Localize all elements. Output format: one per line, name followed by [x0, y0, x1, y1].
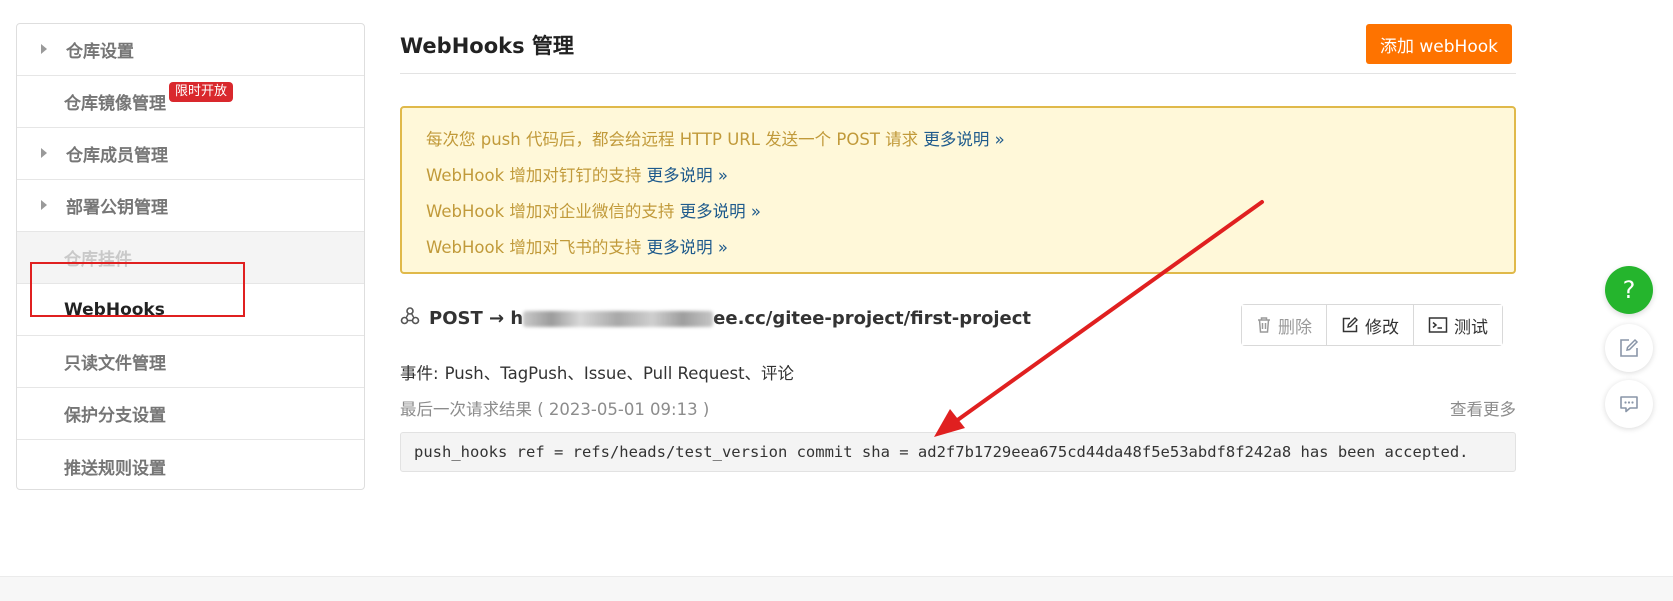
feedback-edit-button[interactable]: [1605, 324, 1653, 372]
notice-line: WebHook 增加对企业微信的支持 更多说明 »: [426, 194, 1490, 230]
notice-line: 每次您 push 代码后，都会给远程 HTTP URL 发送一个 POST 请求…: [426, 122, 1490, 158]
chat-button[interactable]: [1605, 380, 1653, 428]
notice-text: WebHook 增加对企业微信的支持: [426, 202, 680, 221]
more-info-link[interactable]: 更多说明 »: [680, 202, 761, 221]
sidebar-item-readonly-files[interactable]: 只读文件管理: [17, 336, 364, 388]
sidebar-item-label: 仓库镜像管理: [64, 94, 166, 114]
help-icon: ?: [1622, 276, 1636, 304]
caret-right-icon: [41, 199, 47, 210]
edit-note-icon: [1620, 338, 1639, 357]
edit-icon: [1342, 317, 1358, 333]
add-webhook-button[interactable]: 添加 webHook: [1366, 24, 1512, 64]
divider: [400, 73, 1516, 74]
sidebar-item-label: 仓库成员管理: [66, 146, 168, 166]
last-request-result: 最后一次请求结果 ( 2023-05-01 09:13 ): [400, 400, 710, 419]
sidebar-item-repo-settings[interactable]: 仓库设置: [17, 24, 364, 76]
limited-open-badge: 限时开放: [169, 82, 234, 102]
webhook-url-suffix: ee.cc/gitee-project/first-project: [713, 308, 1032, 329]
notice-text: 每次您 push 代码后，都会给远程 HTTP URL 发送一个 POST 请求: [426, 130, 924, 149]
caret-right-icon: [41, 43, 47, 54]
info-notice: 每次您 push 代码后，都会给远程 HTTP URL 发送一个 POST 请求…: [400, 106, 1516, 274]
events-label: 事件:: [400, 364, 439, 383]
help-button[interactable]: ?: [1605, 266, 1653, 314]
more-info-link[interactable]: 更多说明 »: [647, 238, 728, 257]
more-info-link[interactable]: 更多说明 »: [647, 166, 728, 185]
redacted-url-part: [523, 311, 714, 327]
edit-label: 修改: [1365, 317, 1399, 338]
delete-button[interactable]: 删除: [1242, 305, 1327, 345]
request-log: push_hooks ref = refs/heads/test_version…: [400, 432, 1516, 472]
notice-line: WebHook 增加对钉钉的支持 更多说明 »: [426, 158, 1490, 194]
annotation-highlight-box: [30, 262, 245, 317]
sidebar-item-members[interactable]: 仓库成员管理: [17, 128, 364, 180]
sidebar-item-label: 仓库设置: [66, 42, 134, 62]
sidebar-item-label: 推送规则设置: [64, 458, 166, 479]
webhook-method: POST → h: [429, 308, 524, 329]
edit-button[interactable]: 修改: [1327, 305, 1414, 345]
webhook-actions: 删除 修改 测试: [1241, 304, 1503, 346]
sidebar-item-label: 保护分支设置: [64, 406, 166, 426]
sidebar-item-label: 部署公钥管理: [66, 198, 168, 218]
test-button[interactable]: 测试: [1414, 305, 1502, 345]
settings-sidebar: 仓库设置 仓库镜像管理 限时开放 仓库成员管理 部署公钥管理 仓库挂件 WebH…: [16, 23, 365, 490]
page: 仓库设置 仓库镜像管理 限时开放 仓库成员管理 部署公钥管理 仓库挂件 WebH…: [0, 0, 1673, 601]
sidebar-item-protected-branches[interactable]: 保护分支设置: [17, 388, 364, 440]
page-title: WebHooks 管理: [400, 34, 574, 58]
notice-text: WebHook 增加对钉钉的支持: [426, 166, 647, 185]
notice-text: WebHook 增加对飞书的支持: [426, 238, 647, 257]
view-more-link[interactable]: 查看更多: [1450, 396, 1516, 420]
footer: [0, 576, 1673, 601]
webhook-icon: [400, 307, 420, 325]
caret-right-icon: [41, 147, 47, 158]
sidebar-item-push-rules[interactable]: 推送规则设置: [17, 440, 364, 489]
sidebar-item-mirror[interactable]: 仓库镜像管理 限时开放: [17, 76, 364, 128]
terminal-icon: [1428, 317, 1448, 333]
chat-icon: [1620, 396, 1638, 413]
webhook-url: POST → h ee.cc/gitee-project/first-projec…: [429, 308, 1031, 329]
delete-label: 删除: [1278, 317, 1312, 338]
webhook-events: 事件: Push、TagPush、Issue、Pull Request、评论: [400, 360, 794, 384]
sidebar-item-deploy-keys[interactable]: 部署公钥管理: [17, 180, 364, 232]
events-value: Push、TagPush、Issue、Pull Request、评论: [444, 364, 795, 383]
more-info-link[interactable]: 更多说明 »: [923, 130, 1004, 149]
test-label: 测试: [1454, 317, 1488, 338]
notice-line: WebHook 增加对飞书的支持 更多说明 »: [426, 230, 1490, 266]
sidebar-item-label: 只读文件管理: [64, 354, 166, 374]
trash-icon: [1258, 317, 1270, 333]
